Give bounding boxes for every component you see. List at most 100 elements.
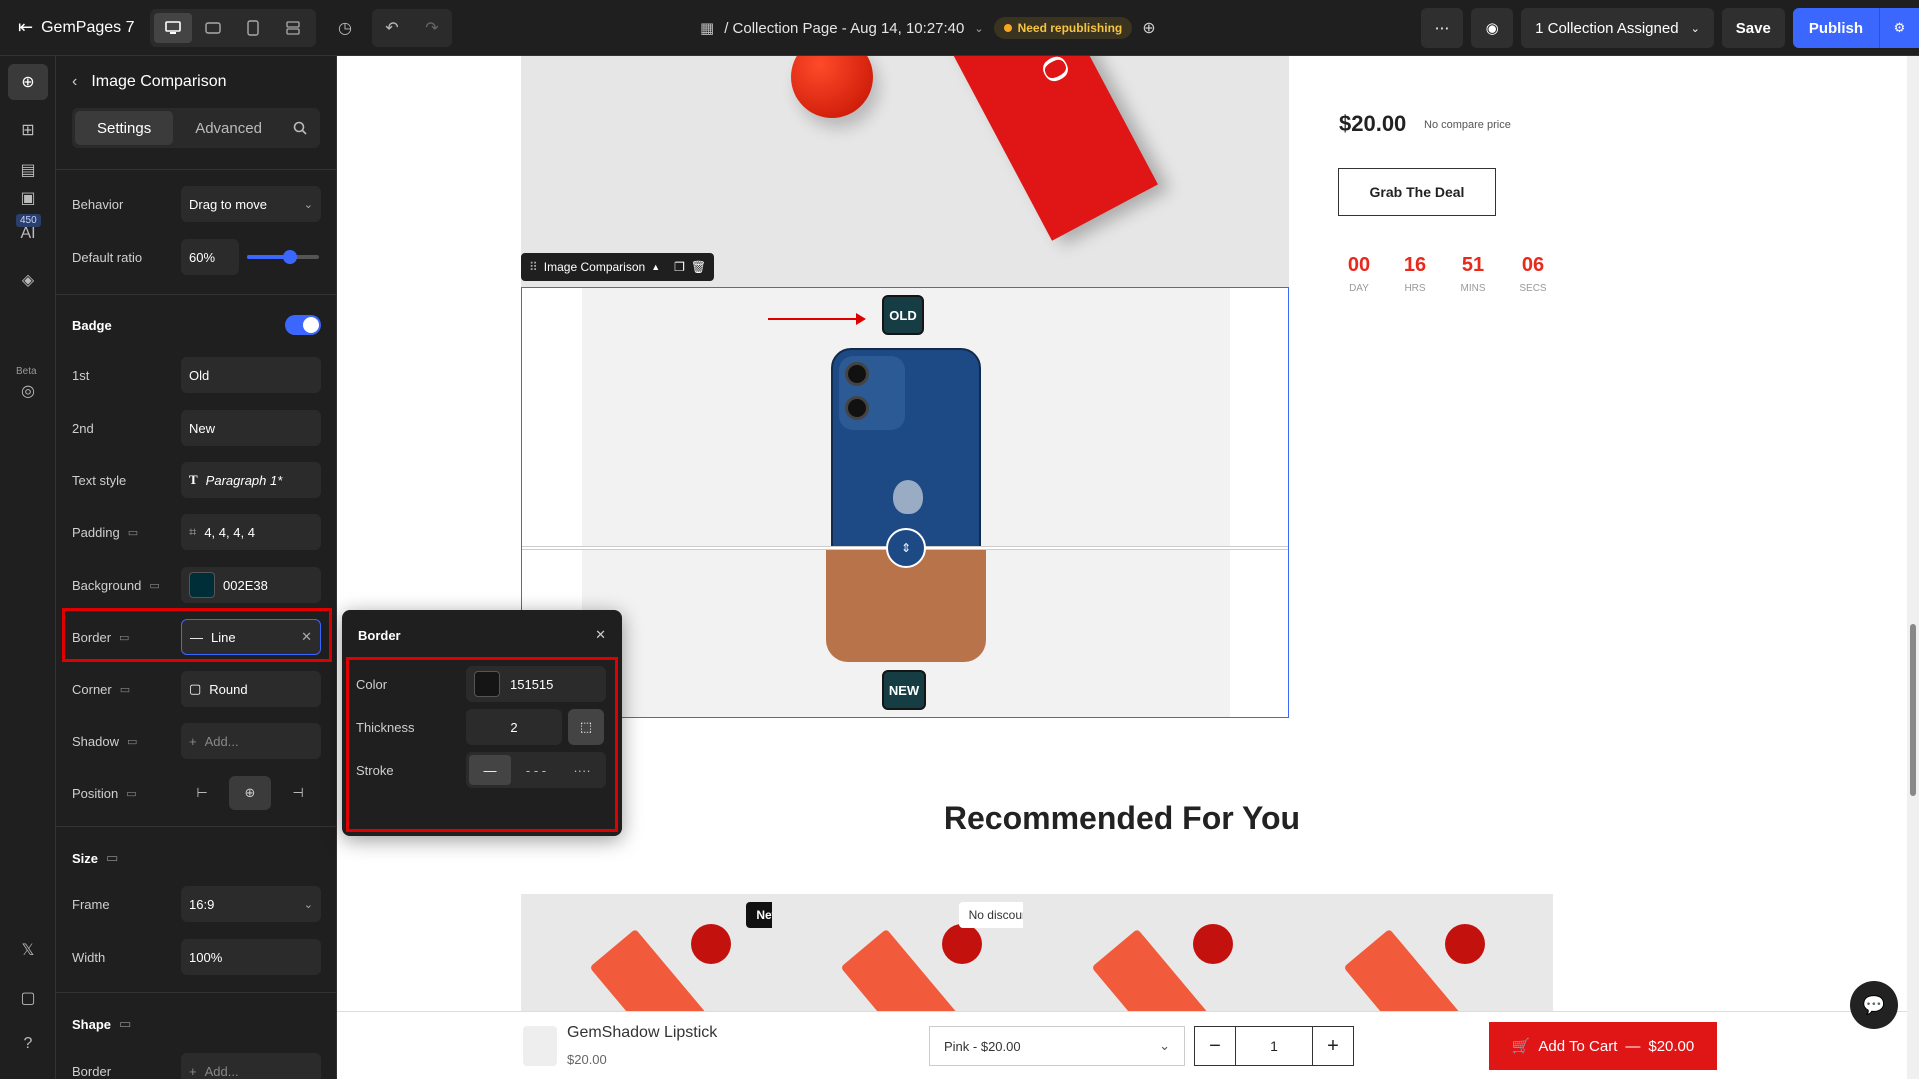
republish-status-badge: Need republishing [993, 17, 1133, 39]
tablet-view-button[interactable] [194, 13, 232, 43]
x-button[interactable]: 𝕏 [8, 932, 48, 968]
position-left-button[interactable]: ⊢ [181, 776, 223, 810]
publish-button[interactable]: Publish [1792, 8, 1879, 48]
position-right-button[interactable]: ⊣ [277, 776, 319, 810]
editor-canvas[interactable]: LIPO $20.00 No compare price Grab The De… [337, 56, 1919, 1079]
desktop-view-button[interactable] [154, 12, 192, 43]
page-title: / Collection Page - Aug 14, 10:27:40 [724, 19, 965, 37]
chevron-down-icon: ⌄ [1159, 1038, 1170, 1053]
scrollbar-thumb[interactable] [1910, 624, 1916, 796]
color-swatch[interactable] [189, 572, 215, 598]
exit-icon: ⇤ [18, 17, 34, 37]
product-card[interactable] [1023, 894, 1301, 1024]
pages-icon: ▤ [20, 162, 36, 179]
chat-button[interactable]: 💬 [1850, 981, 1898, 1029]
undo-button[interactable]: ↶ [372, 9, 412, 47]
preview-button[interactable]: ◉ [1471, 8, 1514, 48]
frame-value: 16:9 [189, 896, 215, 912]
behavior-select[interactable]: Drag to move ⌄ [181, 186, 321, 222]
image-comparison-component[interactable]: ⇕ OLD NEW [521, 287, 1289, 718]
eye-icon: ◉ [1485, 20, 1499, 37]
product-card[interactable]: New [521, 894, 799, 1024]
product-card[interactable] [1275, 894, 1553, 1024]
text-style-select[interactable]: T Paragraph 1* [181, 462, 321, 498]
layout-icon [286, 20, 300, 35]
add-element-button[interactable]: ⊕ [8, 64, 48, 100]
second-badge-input[interactable]: New [181, 410, 321, 446]
divider [56, 294, 337, 295]
divider [56, 992, 337, 993]
collection-assigned-dropdown[interactable]: 1 Collection Assigned ⌄ [1521, 8, 1714, 48]
custom-view-button[interactable] [274, 13, 312, 43]
shape-border-add-button[interactable]: + Add... [181, 1053, 321, 1079]
add-to-cart-button[interactable]: 🛒 Add To Cart — $20.00 [1489, 1022, 1717, 1070]
align-right-icon: ⊣ [292, 785, 304, 800]
quantity-value[interactable]: 1 [1235, 1027, 1313, 1065]
behavior-row: Behavior Drag to move ⌄ [72, 185, 321, 223]
desktop-icon: ▭ [126, 735, 138, 748]
text-style-label: Text style [72, 472, 127, 488]
publish-settings-button[interactable]: ⚙ [1879, 8, 1919, 48]
clipboard-button[interactable]: ▢ [8, 980, 48, 1016]
close-icon[interactable]: ✕ [595, 627, 606, 643]
plus-icon: + [189, 1063, 197, 1079]
countdown-day: 00 DAY [1334, 254, 1384, 294]
duplicate-icon[interactable]: ❐ [674, 260, 685, 274]
corner-label: Corner [72, 681, 112, 697]
shape-section-title: Shape ▭ [72, 1016, 131, 1032]
countdown-label: DAY [1349, 283, 1369, 294]
variant-select[interactable]: Pink - $20.00 ⌄ [929, 1026, 1185, 1066]
drag-handle-icon[interactable]: ⠿ [529, 260, 538, 274]
position-center-button[interactable]: ⊕ [229, 776, 271, 810]
layers-button[interactable]: ◈ [8, 262, 48, 298]
width-input[interactable]: 100% [181, 939, 321, 975]
product-card[interactable]: No discount [772, 894, 1050, 1024]
tab-advanced[interactable]: Advanced [173, 111, 284, 145]
help-button[interactable]: ? [8, 1026, 48, 1062]
frame-select[interactable]: 16:9 ⌄ [181, 886, 321, 922]
back-icon[interactable]: ‹ [72, 73, 77, 91]
slider-knob[interactable] [283, 250, 298, 264]
background-row: Background ▭ 002E38 [72, 566, 321, 604]
app-logo[interactable]: ⇤ GemPages 7 [0, 17, 150, 38]
page-selector[interactable]: ▦ / Collection Page - Aug 14, 10:27:40 ⌄… [700, 0, 1156, 56]
panel-title: Image Comparison [91, 73, 227, 90]
ai-button[interactable]: AI [8, 216, 48, 252]
mobile-view-button[interactable] [234, 13, 272, 43]
grab-deal-button[interactable]: Grab The Deal [1338, 168, 1496, 216]
corner-select[interactable]: ▢ Round [181, 671, 321, 707]
history-button[interactable]: ◷ [326, 9, 364, 47]
comparison-handle[interactable]: ⇕ [886, 528, 926, 568]
library-button[interactable]: ▣ [8, 180, 48, 216]
increase-button[interactable]: + [1313, 1027, 1353, 1065]
position-row: Position ▭ ⊢ ⊕ ⊣ [72, 774, 321, 812]
cart-price: $20.00 [1648, 1037, 1695, 1055]
ratio-slider[interactable] [247, 250, 319, 264]
shadow-add-button[interactable]: + Add... [181, 723, 321, 759]
save-button[interactable]: Save [1721, 8, 1785, 48]
canvas-scrollbar[interactable] [1907, 56, 1919, 1079]
lens [845, 362, 869, 386]
more-button[interactable]: ⋯ [1421, 8, 1464, 48]
app-name: GemPages 7 [41, 18, 135, 36]
ratio-input[interactable]: 60% [181, 239, 239, 275]
sections-button[interactable]: ⊞ [8, 112, 48, 148]
badge-toggle[interactable] [285, 315, 321, 335]
status-text: Need republishing [1017, 21, 1123, 35]
padding-input[interactable]: ⌗ 4, 4, 4, 4 [181, 514, 321, 550]
corner-row: Corner ▭ ▢ Round [72, 670, 321, 708]
globe-icon[interactable]: ⊕ [1142, 18, 1155, 38]
search-button[interactable] [284, 111, 317, 145]
position-label: Position [72, 785, 119, 801]
decrease-button[interactable]: − [1195, 1027, 1235, 1065]
component-toolbar[interactable]: ⠿ Image Comparison ▲ ❐ 🗑 [521, 253, 715, 281]
caret-up-icon[interactable]: ▲ [651, 262, 660, 272]
page-preview: LIPO $20.00 No compare price Grab The De… [337, 56, 1907, 1079]
redo-button[interactable]: ↷ [412, 9, 452, 47]
trash-icon[interactable]: 🗑 [691, 260, 706, 274]
first-badge-input[interactable]: Old [181, 357, 321, 393]
tab-settings[interactable]: Settings [75, 111, 174, 145]
component-label: Image Comparison [543, 260, 646, 274]
beta-tool-button[interactable]: ◎ [8, 378, 48, 404]
background-color-picker[interactable]: 002E38 [181, 567, 321, 603]
